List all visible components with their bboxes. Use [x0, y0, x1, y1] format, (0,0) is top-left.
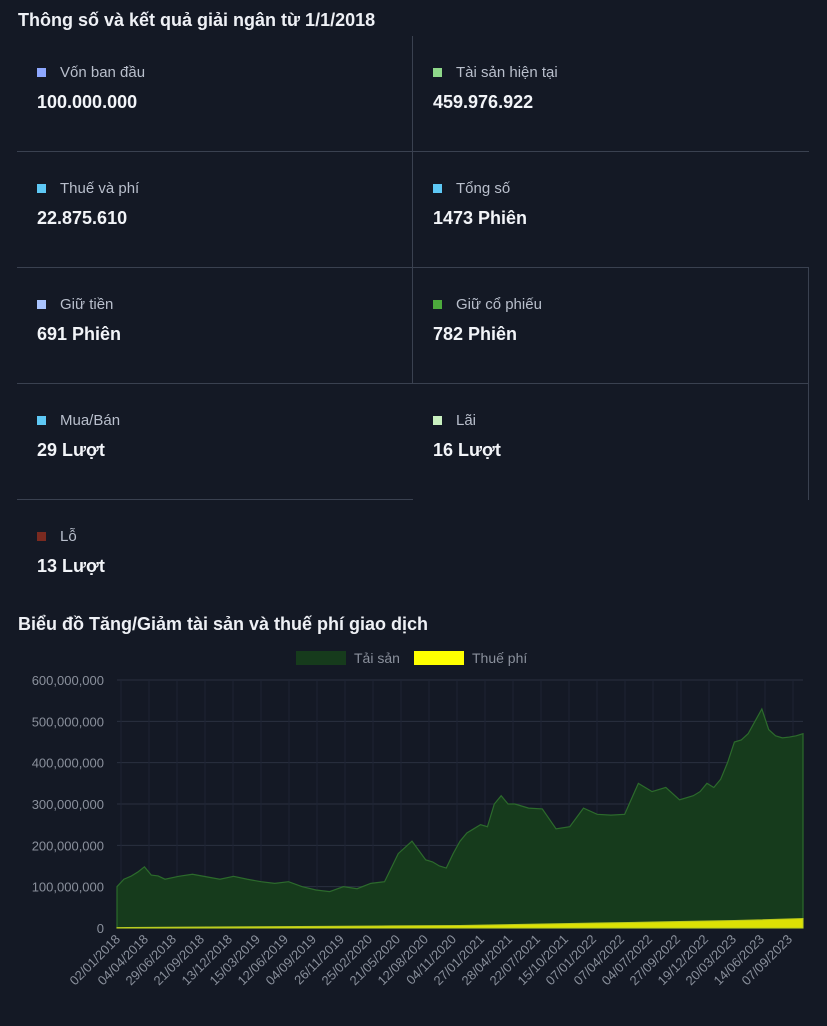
- stat-hold-stocks: Giữ cổ phiếu 782 Phiên: [413, 268, 809, 384]
- stat-initial-capital: Vốn ban đầu 100.000.000: [17, 36, 413, 152]
- page-title: Thông số và kết quả giải ngân từ 1/1/201…: [18, 10, 376, 30]
- legend-swatch: [296, 651, 346, 665]
- stat-value: 691 Phiên: [37, 324, 122, 344]
- y-tick-label: 300,000,000: [32, 797, 104, 812]
- asset-tax-chart: Tải sản Thuế phí 0 100,000,000 200,000,000 30…: [32, 650, 804, 988]
- stat-value: 782 Phiên: [433, 324, 518, 344]
- legend-square-icon: [433, 300, 442, 309]
- stat-label: Tổng số: [456, 180, 511, 197]
- stat-label: Lỗ: [60, 528, 77, 545]
- legend-label: Thuế phí: [472, 650, 527, 666]
- y-tick-label: 0: [97, 921, 104, 936]
- stat-label: Giữ tiền: [60, 296, 114, 313]
- y-tick-label: 400,000,000: [32, 756, 104, 771]
- stat-label: Tài sản hiện tại: [456, 64, 558, 81]
- legend-square-icon: [37, 184, 46, 193]
- stat-label: Giữ cổ phiếu: [456, 296, 542, 313]
- legend-square-icon: [433, 68, 442, 77]
- stat-label: Lãi: [456, 412, 477, 429]
- stat-total-sessions: Tổng số 1473 Phiên: [413, 152, 809, 268]
- stat-value: 100.000.000: [37, 92, 138, 112]
- legend-square-icon: [37, 300, 46, 309]
- legend-square-icon: [37, 416, 46, 425]
- stat-label: Thuế và phí: [60, 180, 140, 197]
- stat-buy-sell: Mua/Bán 29 Lượt: [17, 384, 413, 500]
- y-tick-label: 600,000,000: [32, 673, 104, 688]
- y-tick-label: 500,000,000: [32, 714, 104, 729]
- y-tick-label: 200,000,000: [32, 838, 104, 853]
- stat-value: 459.976.922: [433, 92, 534, 112]
- stat-value: 13 Lượt: [37, 556, 105, 576]
- legend-square-icon: [433, 184, 442, 193]
- legend-swatch: [414, 651, 464, 665]
- stat-label: Vốn ban đầu: [60, 64, 146, 81]
- y-tick-label: 100,000,000: [32, 880, 104, 895]
- legend-square-icon: [433, 416, 442, 425]
- stat-label: Mua/Bán: [60, 412, 121, 429]
- stat-loss: Lỗ 13 Lượt: [17, 500, 413, 616]
- legend-label: Tải sản: [354, 650, 400, 666]
- stat-profit: Lãi 16 Lượt: [413, 384, 809, 500]
- legend-square-icon: [37, 532, 46, 541]
- stat-value: 1473 Phiên: [433, 208, 528, 228]
- stat-tax-fee: Thuế và phí 22.875.610: [17, 152, 413, 268]
- asset-area: [116, 707, 804, 929]
- stat-value: 16 Lượt: [433, 440, 501, 460]
- stat-current-assets: Tài sản hiện tại 459.976.922: [413, 36, 809, 152]
- stat-value: 22.875.610: [37, 208, 128, 228]
- legend-square-icon: [37, 68, 46, 77]
- chart-title: Biểu đồ Tăng/Giảm tài sản và thuế phí gi…: [18, 614, 429, 634]
- stat-value: 29 Lượt: [37, 440, 105, 460]
- stat-hold-cash: Giữ tiền 691 Phiên: [17, 268, 413, 384]
